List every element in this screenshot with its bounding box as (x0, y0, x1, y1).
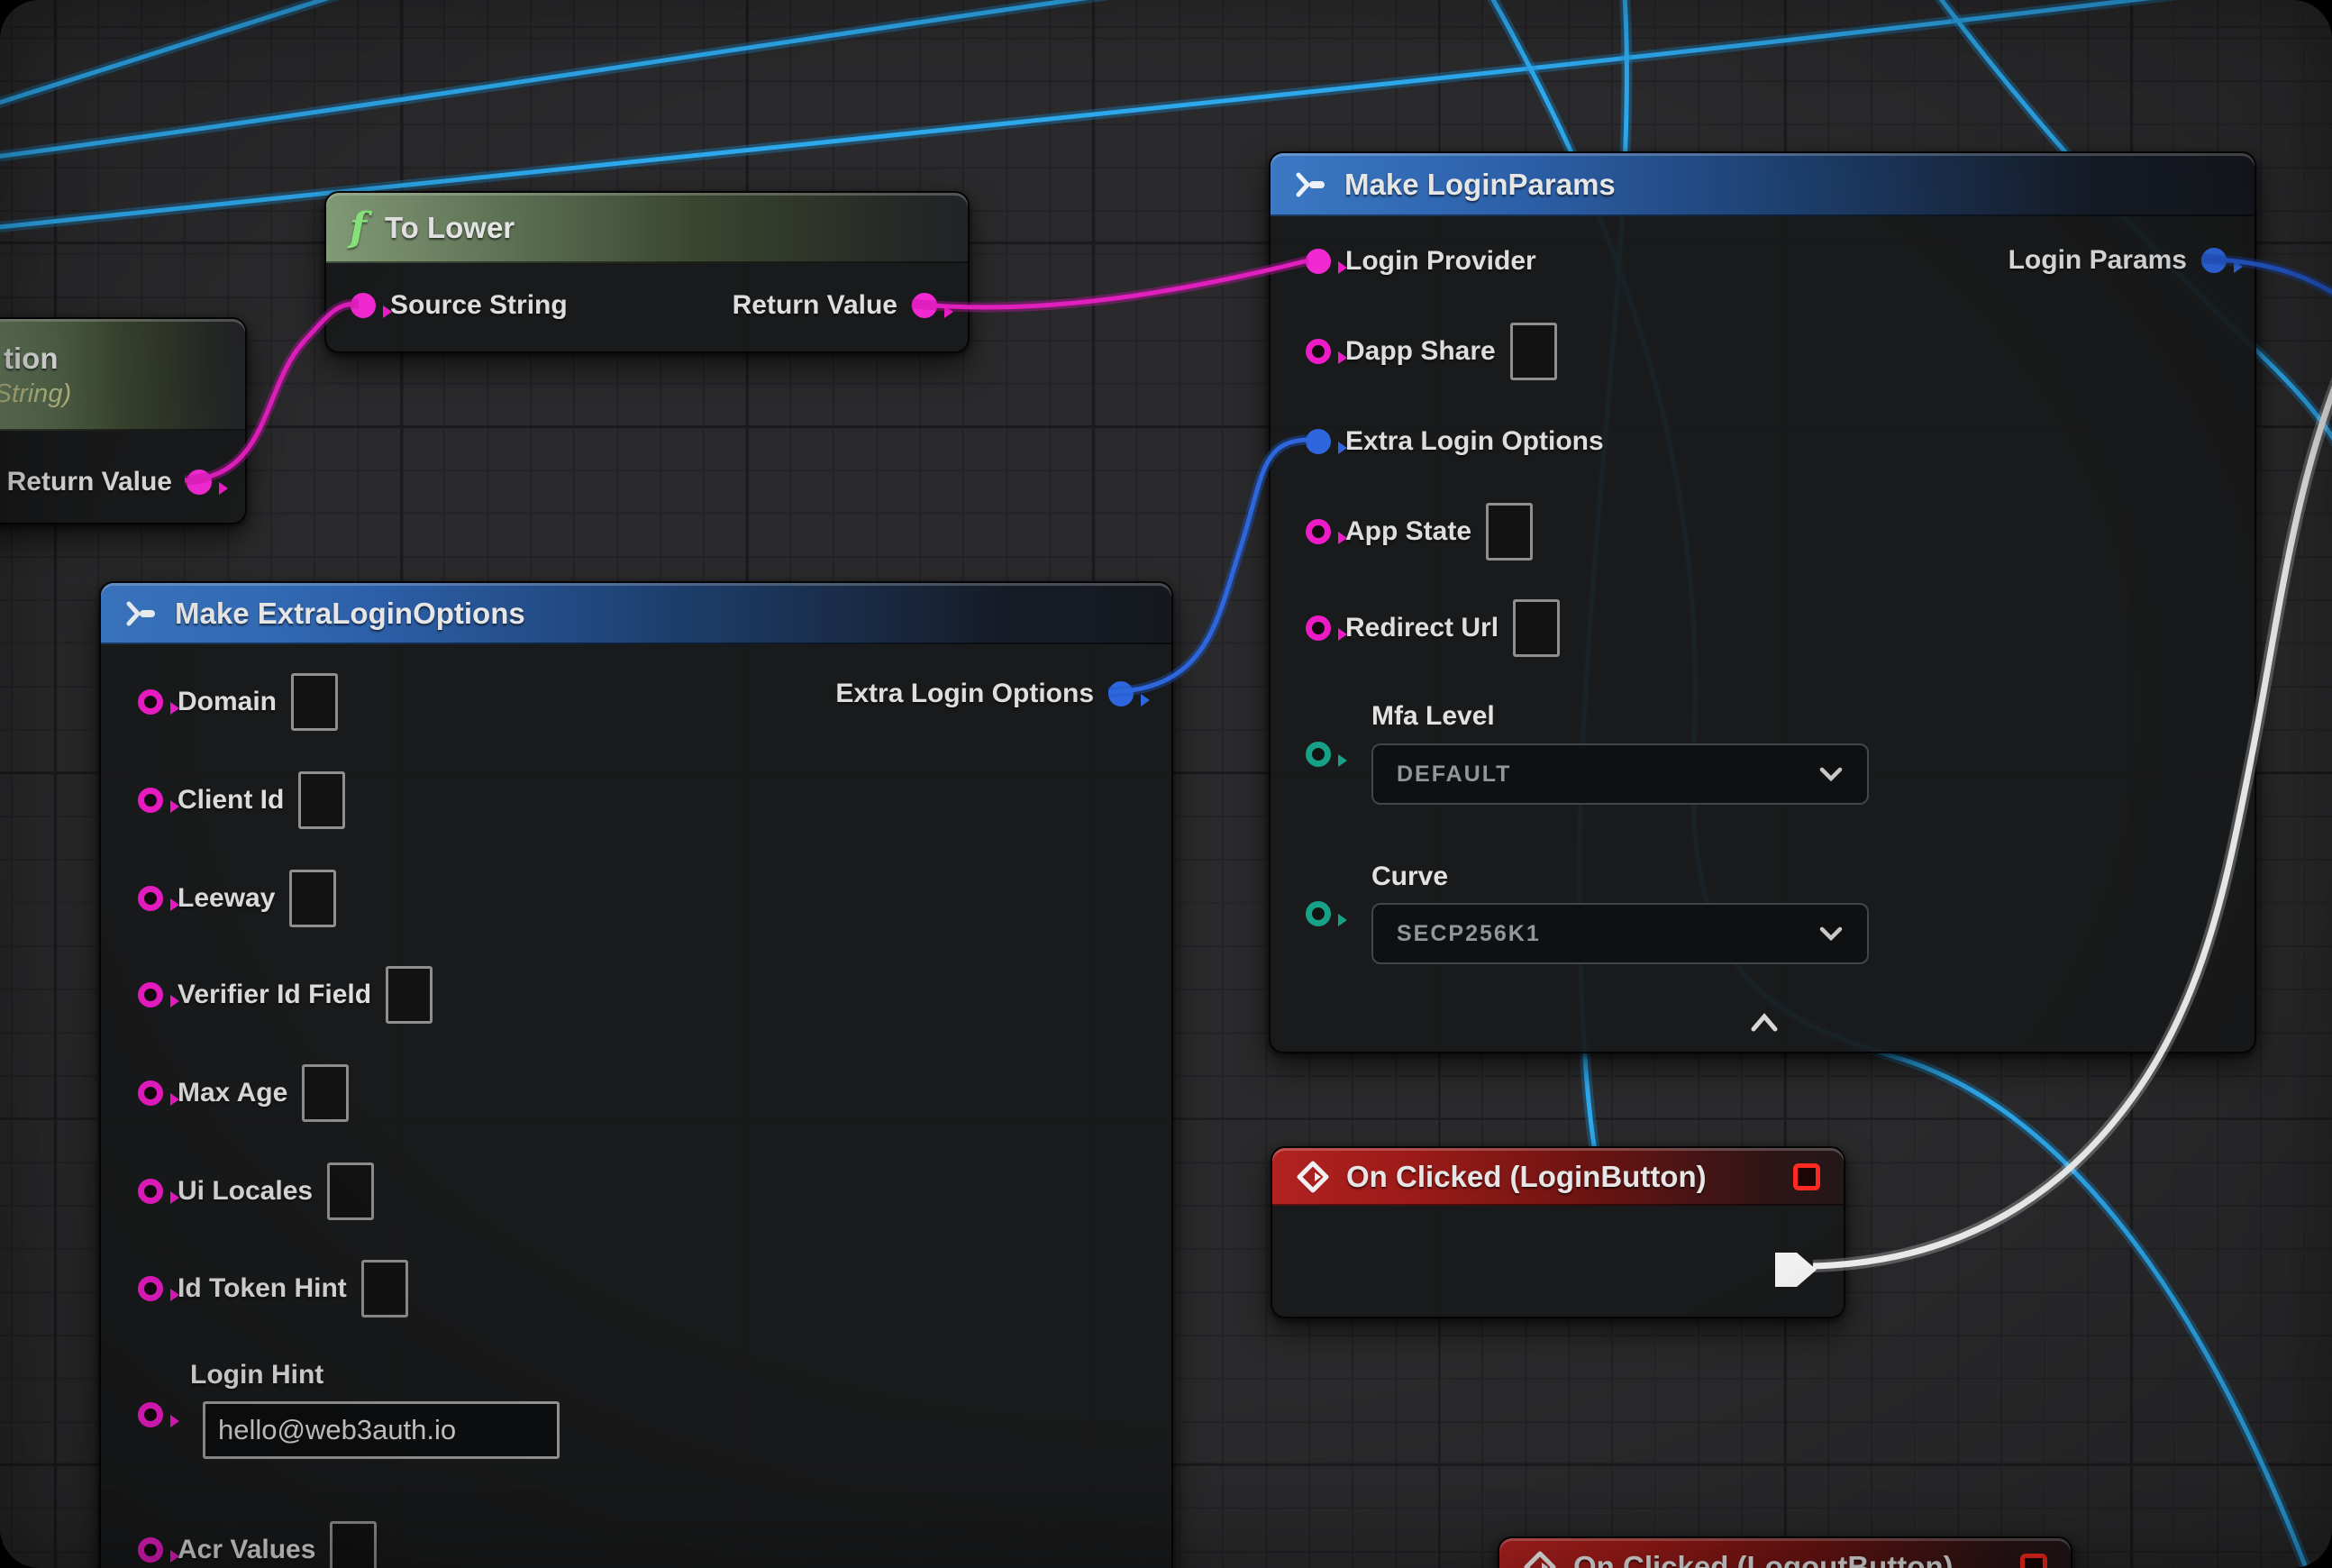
event-bound-widget-icon (2020, 1554, 2047, 1568)
dapp-share-value-field[interactable] (1510, 323, 1557, 380)
wire-tolower-to-login-provider[interactable] (912, 260, 1308, 307)
input-pin-verifier-id-field[interactable] (138, 982, 163, 1007)
input-pin-ui-locales[interactable] (138, 1179, 163, 1204)
app-state-value-field[interactable] (1486, 503, 1533, 561)
node-make-extraloginoptions[interactable]: Make ExtraLoginOptions Domain Client Id … (99, 581, 1173, 1568)
pin-label-verifier-id-field: Verifier Id Field (178, 980, 371, 1010)
input-pin-curve[interactable] (1306, 901, 1331, 926)
pin-label-curve: Curve (1371, 861, 1448, 892)
domain-value-field[interactable] (291, 673, 338, 731)
wire-exec-crossing-a[interactable] (0, 0, 378, 108)
input-pin-dapp-share[interactable] (1306, 339, 1331, 364)
pin-label-return-value: Return Value (7, 467, 172, 497)
pin-label-acr-values: Acr Values (178, 1535, 315, 1565)
pin-label-source-string: Source String (390, 290, 568, 321)
pin-label-mfa-level: Mfa Level (1371, 701, 1495, 732)
node-comboboxstring-option[interactable]: tion Box (String) Return Value (0, 317, 247, 524)
id-token-hint-value-field[interactable] (361, 1260, 408, 1317)
node-title: On Clicked (LogoutButton) (1573, 1550, 1954, 1568)
node-on-clicked-logoutbutton[interactable]: On Clicked (LogoutButton) (1498, 1536, 2072, 1568)
node-title: Make ExtraLoginOptions (175, 597, 525, 631)
input-pin-redirect-url[interactable] (1306, 615, 1331, 641)
pin-label-extra-login-options-out: Extra Login Options (835, 679, 1094, 709)
output-pin-return-value[interactable] (912, 293, 937, 318)
pin-label-redirect-url: Redirect Url (1345, 613, 1498, 643)
event-diamond-icon (1523, 1550, 1557, 1568)
input-pin-extra-login-options[interactable] (1306, 429, 1331, 454)
ui-locales-value-field[interactable] (327, 1162, 374, 1220)
input-pin-login-hint[interactable] (138, 1402, 163, 1427)
verifier-id-field-value-field[interactable] (386, 966, 433, 1024)
pin-label-dapp-share: Dapp Share (1345, 336, 1496, 367)
input-pin-domain[interactable] (138, 689, 163, 715)
node-title: On Clicked (LoginButton) (1346, 1160, 1707, 1194)
node-make-loginparams[interactable]: Make LoginParams Login Provider Dapp Sha… (1269, 151, 2256, 1053)
pin-label-id-token-hint: Id Token Hint (178, 1273, 347, 1304)
pin-label-ui-locales: Ui Locales (178, 1176, 313, 1207)
client-id-value-field[interactable] (298, 771, 345, 829)
make-struct-icon (124, 600, 157, 627)
pin-label-login-provider: Login Provider (1345, 246, 1536, 277)
node-title-fragment: tion (4, 342, 58, 376)
pin-label-extra-login-options: Extra Login Options (1345, 426, 1604, 457)
pin-label-max-age: Max Age (178, 1078, 287, 1108)
curve-dropdown[interactable]: SECP256K1 (1371, 903, 1869, 964)
pin-label-login-hint: Login Hint (190, 1360, 323, 1390)
collapse-node-chevron[interactable] (1744, 1011, 1784, 1035)
exec-output-pin[interactable] (1772, 1249, 1822, 1290)
redirect-url-value-field[interactable] (1513, 599, 1560, 657)
input-pin-source-string[interactable] (351, 293, 376, 318)
input-pin-mfa-level[interactable] (1306, 742, 1331, 767)
function-icon: f (350, 208, 367, 248)
node-subtitle-fragment: Box (String) (0, 379, 71, 409)
input-pin-max-age[interactable] (138, 1080, 163, 1106)
pin-label-return-value: Return Value (733, 290, 897, 321)
acr-values-value-field[interactable] (330, 1521, 377, 1568)
node-title: To Lower (385, 211, 515, 245)
output-pin-extra-login-options[interactable] (1108, 681, 1134, 707)
pin-label-app-state: App State (1345, 516, 1471, 547)
node-on-clicked-loginbutton[interactable]: On Clicked (LoginButton) (1271, 1146, 1845, 1318)
max-age-value-field[interactable] (302, 1064, 349, 1122)
curve-value: SECP256K1 (1397, 921, 1541, 947)
output-pin-login-params[interactable] (2201, 248, 2227, 273)
login-hint-value-field[interactable]: hello@web3auth.io (203, 1401, 560, 1459)
input-pin-client-id[interactable] (138, 788, 163, 813)
node-to-lower[interactable]: f To Lower Source String Return Value (324, 191, 970, 353)
leeway-value-field[interactable] (289, 870, 336, 927)
node-title: Make LoginParams (1344, 168, 1616, 202)
blueprint-graph-canvas[interactable]: tion Box (String) Return Value f To Lowe… (0, 0, 2332, 1568)
input-pin-id-token-hint[interactable] (138, 1276, 163, 1301)
event-bound-widget-icon (1793, 1163, 1820, 1190)
pin-label-leeway: Leeway (178, 883, 275, 914)
pin-label-login-params-out: Login Params (2009, 245, 2187, 276)
input-pin-app-state[interactable] (1306, 519, 1331, 544)
pin-label-domain: Domain (178, 687, 277, 717)
input-pin-leeway[interactable] (138, 886, 163, 911)
make-struct-icon (1294, 171, 1326, 198)
input-pin-acr-values[interactable] (138, 1537, 163, 1563)
output-pin-return-value[interactable] (187, 469, 212, 495)
event-diamond-icon (1296, 1160, 1330, 1194)
wire-crossing-b[interactable] (0, 0, 1198, 159)
mfa-level-dropdown[interactable]: DEFAULT (1371, 743, 1869, 805)
input-pin-login-provider[interactable] (1306, 249, 1331, 274)
chevron-down-icon (1818, 925, 1844, 943)
pin-label-client-id: Client Id (178, 785, 284, 816)
chevron-down-icon (1818, 765, 1844, 783)
mfa-level-value: DEFAULT (1397, 761, 1511, 788)
